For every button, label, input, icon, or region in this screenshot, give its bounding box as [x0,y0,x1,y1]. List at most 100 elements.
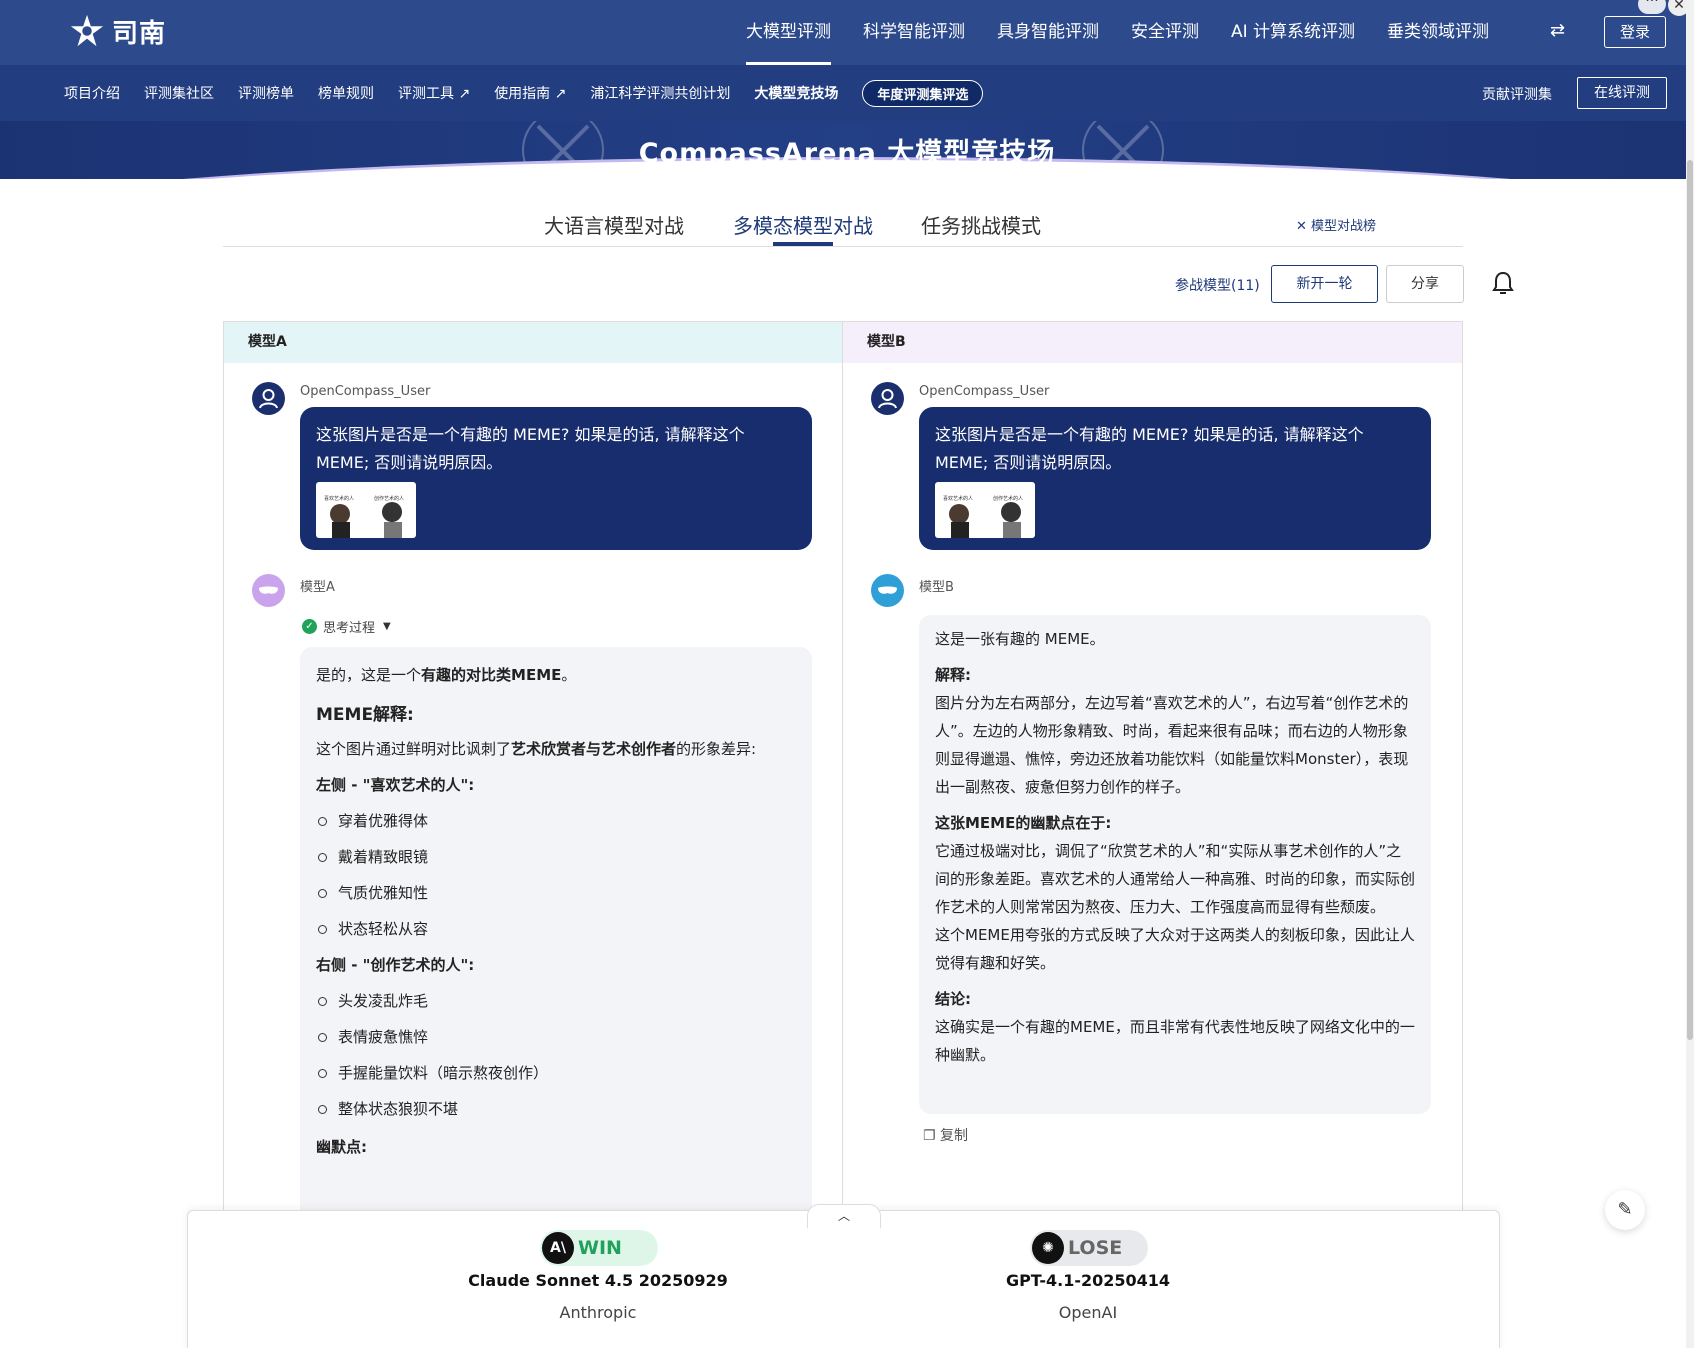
top-nav-item-vertical-eval[interactable]: 垂类领域评测 [1387,0,1489,65]
sub-nav-item-community[interactable]: 评测集社区 [144,83,214,103]
humor-title: 幽默点: [316,1138,367,1156]
top-nav: 司南 大模型评测 科学智能评测 具身智能评测 安全评测 AI 计算系统评测 垂类… [0,0,1694,65]
active-tab-indicator [773,242,833,246]
battle-leaderboard-link[interactable]: ✕ 模型对战榜 [1296,215,1376,234]
page-title: CompassArena 大模型竞技场 [638,138,1056,169]
right-side-title: 右侧 - "创作艺术的人": [316,956,475,974]
bell-icon[interactable] [1491,270,1515,296]
top-nav-item-embodied-eval[interactable]: 具身智能评测 [997,0,1099,65]
intro-bold: 有趣的对比类MEME [421,666,562,684]
annual-selection-pill[interactable]: 年度评测集评选 [862,79,984,107]
sub-nav-item-arena[interactable]: 大模型竞技场 [754,83,838,103]
tab-task-challenge[interactable]: 任务挑战模式 [921,210,1041,239]
top-nav-item-ai-compute-eval[interactable]: AI 计算系统评测 [1231,0,1355,65]
answer-heading: MEME解释: [316,705,414,725]
answer-description: 这个图片通过鲜明对比讽刺了艺术欣赏者与艺术创作者的形象差异: [316,735,796,763]
desc-end: 的形象差异: [676,740,757,758]
sub-nav-item-leaderboard[interactable]: 评测榜单 [238,83,294,103]
answer-paragraph: 这个MEME用夸张的方式反映了大众对于这两类人的刻板印象，因此让人觉得有趣和好笑… [935,926,1415,972]
copy-label: 复制 [940,1128,969,1144]
logo-icon [70,14,104,47]
sub-nav-item-intro[interactable]: 项目介绍 [64,83,120,103]
share-button[interactable]: 分享 [1386,265,1464,303]
user-name: OpenCompass_User [300,384,431,399]
answer-line: 这是一张有趣的 MEME。 [935,630,1105,648]
chevron-up-icon: ︿ [837,1209,850,1223]
openai-logo-icon: ✺ [1032,1232,1064,1264]
banner: CompassArena 大模型竞技场 [0,121,1694,179]
feedback-icon[interactable]: ✎ [1605,1190,1645,1230]
left-side-title: 左侧 - "喜欢艺术的人": [316,776,475,794]
contribute-dataset-link[interactable]: 贡献评测集 [1482,84,1552,104]
lose-label: LOSE [1068,1237,1123,1259]
model-a-reveal-name: Claude Sonnet 4.5 20250929 [468,1271,728,1290]
copy-icon: ❐ [923,1128,941,1144]
battle-leaderboard-label: 模型对战榜 [1311,219,1377,234]
model-b-avatar [871,574,904,607]
participants-link[interactable]: 参战模型(11) [1175,275,1260,295]
meme-thumbnail[interactable]: 喜欢艺术的人 创作艺术的人 [316,482,416,538]
collapse-toggle[interactable]: ︿ [807,1204,881,1228]
new-round-button[interactable]: 新开一轮 [1271,265,1378,303]
online-eval-button[interactable]: 在线评测 [1577,77,1667,109]
intro-end: 。 [561,666,577,684]
more-icon[interactable]: ··· [1638,0,1666,14]
list-item: 头发凌乱炸毛 [316,987,796,1015]
user-message: 这张图片是否是一个有趣的 MEME? 如果是的话, 请解释这个 MEME; 否则… [300,407,812,550]
login-button[interactable]: 登录 [1604,16,1666,48]
desc-bold: 艺术欣赏者与艺术创作者 [511,740,677,758]
thumb-caption-right: 创作艺术的人 [993,496,1024,502]
copy-button[interactable]: ❐ 复制 [923,1125,968,1145]
sub-nav: 项目介绍 评测集社区 评测榜单 榜单规则 评测工具 ↗ 使用指南 ↗ 浦江科学评… [0,65,1694,121]
list-item: 整体状态狼狈不堪 [316,1095,796,1123]
thumb-caption-right: 创作艺术的人 [374,496,405,502]
desc-text: 这个图片通过鲜明对比讽刺了 [316,740,512,758]
user-message: 这张图片是否是一个有趣的 MEME? 如果是的话, 请解释这个 MEME; 否则… [919,407,1431,550]
user-avatar [252,382,285,415]
check-icon: ✓ [302,619,317,634]
top-nav-item-science-eval[interactable]: 科学智能评测 [863,0,965,65]
scrollbar-thumb[interactable] [1687,160,1693,1040]
thinking-toggle[interactable]: ✓ 思考过程 ▼ [302,617,391,636]
page: 司南 大模型评测 科学智能评测 具身智能评测 安全评测 AI 计算系统评测 垂类… [0,0,1694,1348]
thumb-caption-left: 喜欢艺术的人 [324,496,355,502]
logo[interactable]: 司南 [68,12,166,50]
tab-multimodal-battle[interactable]: 多模态模型对战 [733,210,873,239]
meme-thumbnail[interactable]: 喜欢艺术的人 创作艺术的人 [935,482,1035,538]
list-item: 状态轻松从容 [316,915,796,943]
mask-icon [259,586,278,594]
model-a-org: Anthropic [559,1303,637,1322]
answer-heading: 这张MEME的幽默点在于: [935,814,1112,832]
model-a-avatar [252,574,285,607]
language-icon[interactable]: ⇄ [1550,20,1565,41]
top-nav-item-safety-eval[interactable]: 安全评测 [1131,0,1199,65]
user-prompt-text: 这张图片是否是一个有趣的 MEME? 如果是的话, 请解释这个 MEME; 否则… [935,425,1364,472]
model-b-header: 模型B [843,322,1462,363]
top-nav-item-llm-eval[interactable]: 大模型评测 [745,0,831,65]
answer-paragraph: 这确实是一个有趣的MEME，而且非常有代表性地反映了网络文化中的一种幽默。 [935,1018,1415,1064]
sub-nav-item-tools[interactable]: 评测工具 ↗ [398,83,470,103]
caret-down-icon: ▼ [383,621,391,632]
answer-paragraph: 图片分为左右两部分，左边写着“喜欢艺术的人”，右边写着“创作艺术的人”。左边的人… [935,694,1409,796]
model-b-response: 这是一张有趣的 MEME。 解释: 图片分为左右两部分，左边写着“喜欢艺术的人”… [919,615,1431,1114]
thumb-caption-left: 喜欢艺术的人 [943,496,974,502]
sub-nav-item-rules[interactable]: 榜单规则 [318,83,374,103]
sub-nav-item-pujiang-plan[interactable]: 浦江科学评测共创计划 [590,83,730,103]
list-item: 手握能量饮料（暗示熬夜创作） [316,1059,796,1087]
model-a-name: 模型A [300,580,335,595]
list-item: 戴着精致眼镜 [316,843,796,871]
list-item: 表情疲惫憔悴 [316,1023,796,1051]
model-a-result-badge: A\ WIN [540,1230,658,1266]
mask-icon [878,586,897,594]
tab-llm-battle[interactable]: 大语言模型对战 [544,210,684,239]
answer-heading: 解释: [935,666,971,684]
list-item: 穿着优雅得体 [316,807,796,835]
sub-nav-item-guide[interactable]: 使用指南 ↗ [494,83,566,103]
mode-tabs: 大语言模型对战 多模态模型对战 任务挑战模式 ✕ 模型对战榜 [223,200,1463,247]
answer-heading: 结论: [935,990,971,1008]
win-label: WIN [578,1237,622,1259]
model-b-panel: 模型B OpenCompass_User 这张图片是否是一个有趣的 MEME? … [843,321,1463,1348]
user-prompt-text: 这张图片是否是一个有趣的 MEME? 如果是的话, 请解释这个 MEME; 否则… [316,425,745,472]
model-b-name: 模型B [919,580,954,595]
brand-name: 司南 [112,18,167,49]
